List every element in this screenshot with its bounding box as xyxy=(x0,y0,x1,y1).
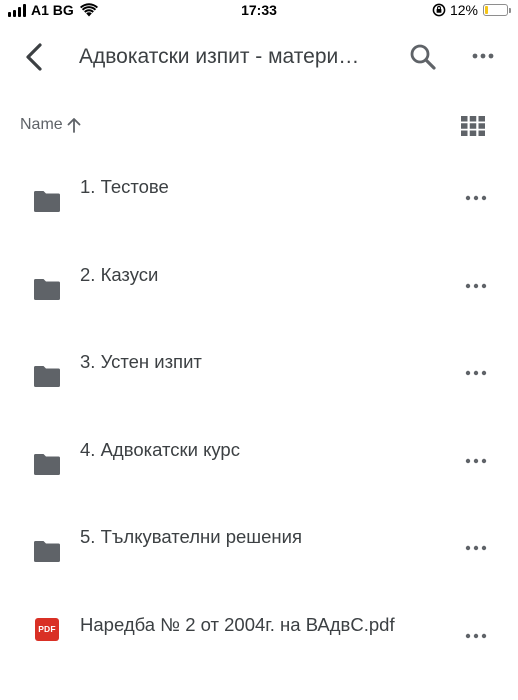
more-horizontal-icon[interactable] xyxy=(462,454,490,468)
list-item[interactable]: 4. Адвокатски курс xyxy=(0,418,518,506)
page-title: Адвокатски изпит - матери… xyxy=(79,45,360,68)
file-name: 4. Адвокатски курс xyxy=(80,438,240,460)
status-right: 12% xyxy=(432,2,511,18)
list-item[interactable]: PDF Наредба № 2 от 2004г. на ВАдвС.pdf xyxy=(0,593,518,681)
search-icon[interactable] xyxy=(408,42,438,72)
folder-icon xyxy=(34,541,60,562)
list-item[interactable]: 5. Тълкувателни решения xyxy=(0,505,518,593)
battery-percent: 12% xyxy=(449,2,478,18)
list-item[interactable]: 3. Устен изпит xyxy=(0,330,518,418)
pdf-icon: PDF xyxy=(35,617,59,641)
more-horizontal-icon[interactable] xyxy=(462,366,490,380)
app-bar: Адвокатски изпит - матери… xyxy=(0,20,518,92)
file-name: 2. Казуси xyxy=(80,263,159,285)
grid-view-icon[interactable] xyxy=(461,116,485,136)
sort-row: Name xyxy=(0,108,518,144)
file-name: Наредба № 2 от 2004г. на ВАдвС.pdf xyxy=(80,613,395,635)
more-horizontal-icon[interactable] xyxy=(462,279,490,293)
list-item[interactable]: 2. Казуси xyxy=(0,243,518,331)
folder-icon xyxy=(34,453,60,475)
more-horizontal-icon[interactable] xyxy=(462,191,490,205)
folder-icon xyxy=(34,278,60,300)
file-name: 3. Устен изпит xyxy=(80,351,202,372)
file-name: 1. Тестове xyxy=(80,176,169,197)
more-horizontal-icon[interactable] xyxy=(462,629,490,643)
folder-icon xyxy=(34,191,60,212)
more-horizontal-icon[interactable] xyxy=(462,541,490,555)
status-bar: A1 BG 17:33 12% xyxy=(0,0,518,20)
file-list: 1. Тестове 2. Казуси 3. Устен изпит 4. А… xyxy=(0,155,518,680)
back-chevron-icon[interactable] xyxy=(20,42,48,72)
arrow-up-icon xyxy=(67,118,81,133)
list-item[interactable]: 1. Тестове xyxy=(0,155,518,243)
file-name: 5. Тълкувателни решения xyxy=(80,526,302,547)
battery-icon xyxy=(483,4,511,16)
sort-label: Name xyxy=(20,116,63,133)
sort-by-name-button[interactable]: Name xyxy=(20,116,81,134)
more-horizontal-icon[interactable] xyxy=(468,46,498,66)
orientation-lock-icon xyxy=(432,3,446,17)
battery-fill xyxy=(485,6,488,14)
folder-icon xyxy=(34,366,60,387)
